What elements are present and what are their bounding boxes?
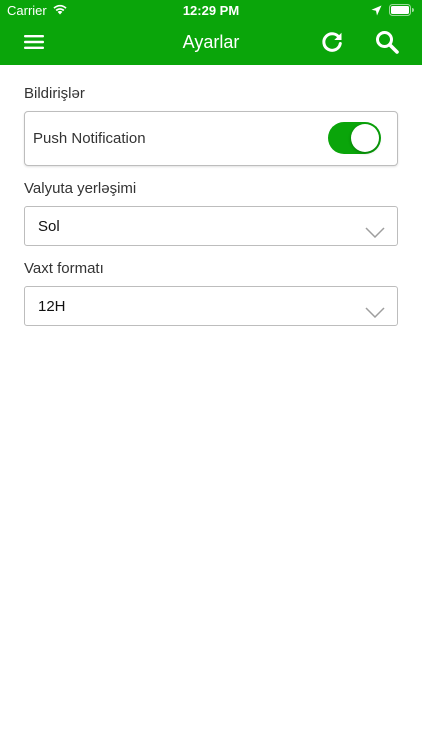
menu-button[interactable] bbox=[20, 30, 48, 58]
currency-position-value: Sol bbox=[38, 218, 60, 235]
notifications-section-label: Bildirişlər bbox=[24, 85, 85, 102]
refresh-button[interactable] bbox=[318, 30, 346, 58]
push-notification-label: Push Notification bbox=[33, 130, 146, 147]
menu-icon bbox=[24, 34, 44, 55]
wifi-icon bbox=[52, 3, 68, 18]
location-arrow-icon bbox=[371, 4, 382, 19]
time-format-section-label: Vaxt formatı bbox=[24, 260, 104, 277]
currency-section-label: Valyuta yerləşimi bbox=[24, 180, 137, 197]
status-left: Carrier bbox=[7, 3, 68, 18]
app-bar: Ayarlar bbox=[0, 22, 422, 65]
carrier-label: Carrier bbox=[7, 3, 47, 18]
time-format-value: 12H bbox=[38, 298, 66, 315]
status-bar: Carrier 12:29 PM bbox=[0, 0, 422, 22]
toggle-knob bbox=[351, 124, 379, 152]
chevron-down-icon bbox=[365, 305, 385, 323]
battery-icon bbox=[389, 4, 414, 19]
refresh-icon bbox=[320, 30, 344, 59]
search-button[interactable] bbox=[373, 30, 401, 58]
settings-content: Bildirişlər Push Notification Valyuta ye… bbox=[0, 65, 422, 326]
currency-position-select[interactable]: Sol bbox=[24, 206, 398, 246]
page-title: Ayarlar bbox=[182, 32, 240, 52]
time-format-select[interactable]: 12H bbox=[24, 286, 398, 326]
push-notification-toggle[interactable] bbox=[328, 122, 381, 154]
chevron-down-icon bbox=[365, 225, 385, 243]
push-notification-row: Push Notification bbox=[24, 111, 398, 166]
status-right bbox=[371, 4, 414, 19]
search-icon bbox=[375, 30, 399, 59]
